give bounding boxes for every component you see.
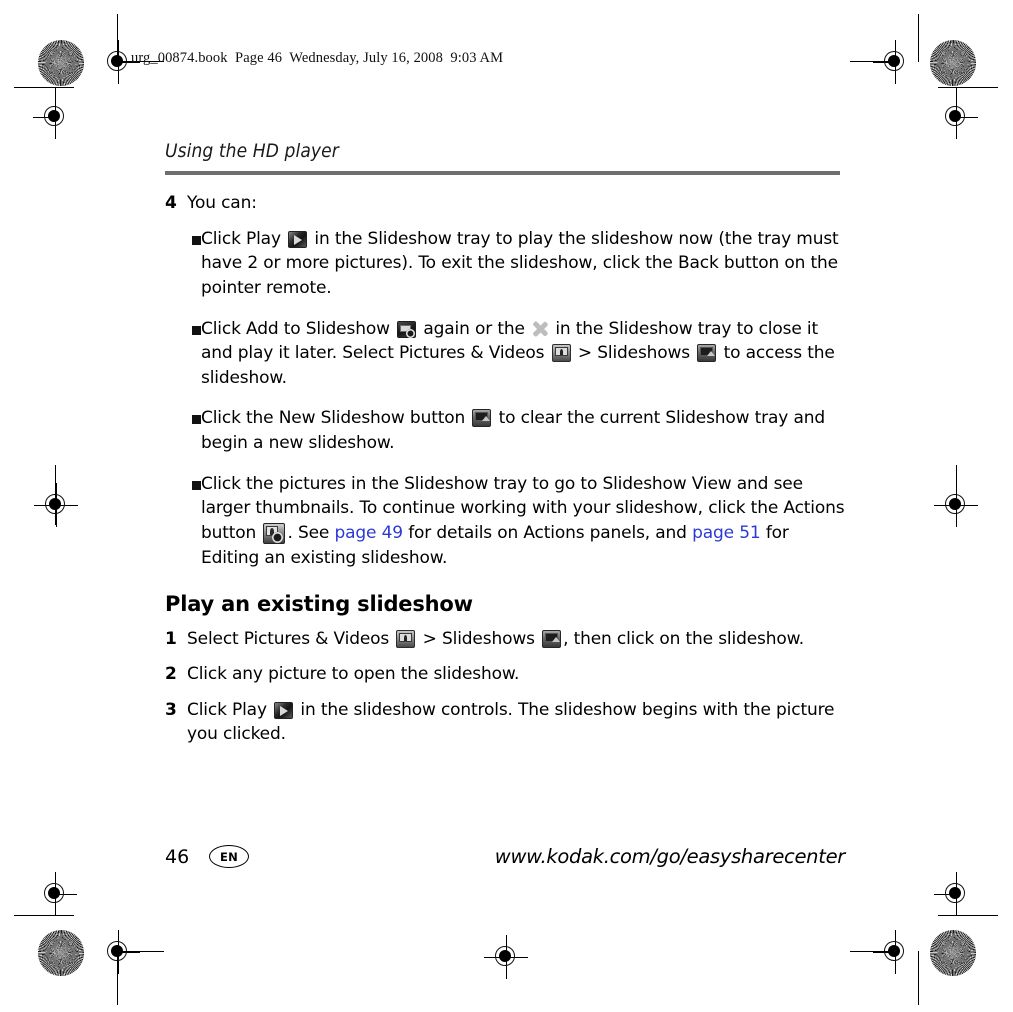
registration-target-bottom-left [96,930,140,974]
print-header-line: urg_00874.book Page 46 Wednesday, July 1… [131,50,504,66]
registration-target-top-right [873,40,917,84]
bullet-square-icon [165,227,201,245]
list-item: Click Add to Slideshow again or the in t… [165,317,845,391]
trim-rule-lower-left-v [55,886,57,916]
trim-rule-bottom-right-v [918,951,920,1005]
trim-rule-top-left-v [117,14,119,62]
actions-icon[interactable] [263,523,286,545]
step-text: Select Pictures & Videos > Slideshows , … [187,627,845,651]
step-3-part-1: Click Play [187,699,267,720]
registration-target-bottom-right [873,930,917,974]
pictures-and-videos-icon[interactable] [396,630,416,649]
trim-rule-bottom-right-h [850,951,896,953]
registration-target-upper-right [934,95,978,139]
trim-rule-lower-right-h [938,915,998,917]
trim-rule-upper-left-h [55,88,57,118]
registration-target-bottom-center [484,935,528,979]
registration-target-mid-left [34,483,78,527]
new-slideshow-icon[interactable] [472,409,492,428]
registration-rosette-bottom-right [930,930,976,976]
slideshows-icon[interactable] [542,630,562,649]
trim-rule-mid-left [55,465,57,525]
list-item: Click Play in the Slideshow tray to play… [165,227,845,301]
bullet-2-part-2: again or the [423,318,525,339]
step-3: 3 Click Play in the slideshow controls. … [165,698,845,746]
bullet-text: Click Add to Slideshow again or the in t… [201,317,845,391]
language-badge: EN [209,845,249,868]
registration-target-lower-left [33,872,77,916]
page-content: Using the HD player 4 You can: Click Pla… [165,140,845,757]
step-1-part-1: Select Pictures & Videos [187,629,390,650]
bullet-1-part-1: Click Play [201,228,281,249]
trim-rule-upper-left-h2 [14,87,74,89]
bullet-square-icon [165,317,201,335]
trim-rule-upper-right-v [956,88,958,118]
step-number: 1 [165,629,177,650]
numbered-steps: 1 Select Pictures & Videos > Slideshows … [165,627,845,746]
step-text: Click any picture to open the slideshow. [187,664,520,685]
step-1-part-2: > Slideshows [422,629,535,650]
trim-rule-top-right-v [918,14,920,62]
add-to-slideshow-icon[interactable] [397,320,417,338]
bullet-square-icon [165,406,201,425]
bullet-4-part-2: . See [287,523,330,544]
close-x-icon[interactable] [532,321,548,337]
bullet-4-part-3: for details on Actions panels, and [408,523,687,544]
registration-target-mid-right [934,483,978,527]
step-number: 4 [165,192,177,213]
step-number: 2 [165,664,177,685]
bullet-2-part-1: Click Add to Slideshow [201,318,390,339]
page-footer: 46 EN www.kodak.com/go/easysharecenter [165,845,845,868]
link-page-49[interactable]: page 49 [334,523,403,543]
registration-rosette-top-left [38,40,84,86]
step-number: 3 [165,699,177,720]
list-item: Click the pictures in the Slideshow tray… [165,472,845,571]
header-divider [165,171,840,175]
running-head: Using the HD player [165,140,339,162]
step-4: 4 You can: [165,191,845,215]
step-1-part-3: , then click on the slideshow. [563,629,805,650]
step-1: 1 Select Pictures & Videos > Slideshows … [165,627,845,651]
trim-rule-bottom-left-h [118,951,164,953]
registration-target-lower-right [934,872,978,916]
registration-target-upper-left [33,95,77,139]
registration-rosette-bottom-left [38,930,84,976]
bullet-3-part-1: Click the New Slideshow button [201,408,466,429]
trim-rule-lower-right-v [956,886,958,916]
footer-url: www.kodak.com/go/easysharecenter [494,845,846,868]
trim-rule-bottom-left-v [117,951,119,1005]
registration-rosette-top-right [930,40,976,86]
bullet-2-part-4: > Slideshows [577,343,691,364]
play-icon[interactable] [274,701,294,719]
step-text: Click Play in the slideshow controls. Th… [187,698,845,746]
step-text: You can: [187,192,257,213]
play-icon[interactable] [288,230,308,248]
list-item: Click the New Slideshow button to clear … [165,406,845,455]
trim-rule-upper-right-h [938,87,998,89]
slideshows-icon[interactable] [697,344,717,363]
bullet-text: Click the pictures in the Slideshow tray… [201,472,845,571]
trim-rule-lower-left-h [14,915,74,917]
bullet-list: Click Play in the Slideshow tray to play… [165,227,845,571]
pictures-and-videos-icon[interactable] [551,344,571,363]
bullet-text: Click the New Slideshow button to clear … [201,406,845,455]
bullet-text: Click Play in the Slideshow tray to play… [201,227,845,301]
trim-rule-top-right-h [850,61,896,63]
page-number: 46 [165,845,190,868]
section-heading: Play an existing slideshow [165,592,473,617]
link-page-51[interactable]: page 51 [692,523,761,543]
trim-rule-mid-right [956,465,958,525]
bullet-square-icon [165,472,201,490]
step-2: 2 Click any picture to open the slidesho… [165,662,845,686]
